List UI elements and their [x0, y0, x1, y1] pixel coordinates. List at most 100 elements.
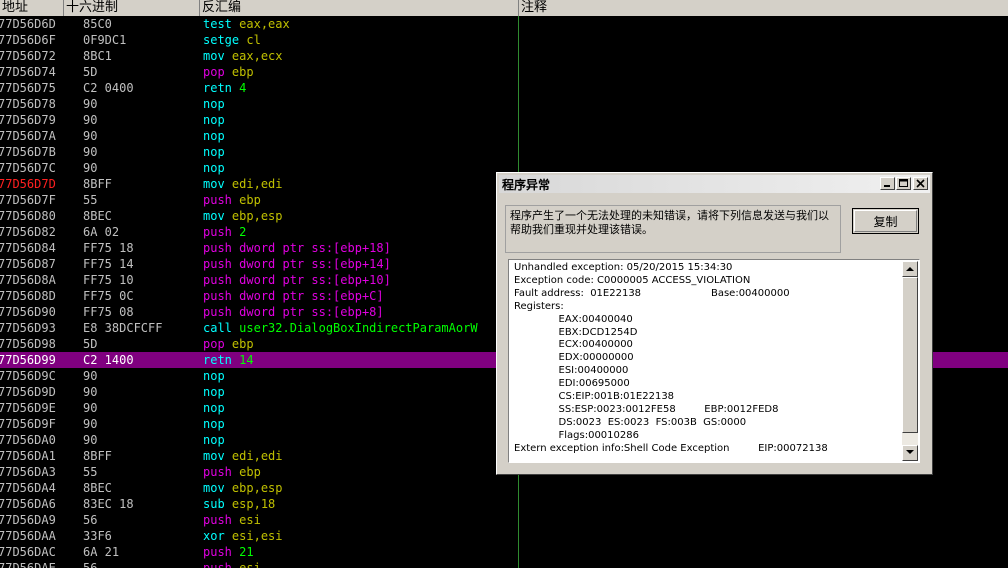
- operand: esp,18: [231, 497, 276, 511]
- address-cell: 77D56D7A: [0, 129, 56, 143]
- hex-cell: C2 1400: [83, 353, 134, 367]
- hex-cell: 5D: [83, 65, 98, 79]
- header-comment[interactable]: 注释: [519, 0, 1008, 16]
- mnemonic: nop: [203, 161, 225, 175]
- disasm-cell: push 2: [203, 224, 246, 240]
- mnemonic: nop: [203, 433, 225, 447]
- header-address[interactable]: 地址: [0, 0, 64, 16]
- info-line: Registers:: [514, 300, 564, 312]
- disasm-row[interactable]: 77D56DA6 83EC 18 sub esp,18: [0, 496, 1008, 512]
- operand: ebp: [231, 337, 254, 351]
- mnemonic: push: [203, 225, 232, 239]
- hex-cell: E8 38DCFCFF: [83, 321, 163, 335]
- info-line: Extern exception info:Shell Code Excepti…: [514, 442, 828, 454]
- operand: esi: [239, 561, 261, 568]
- address-cell: 77D56DAA: [0, 529, 56, 543]
- disasm-cell: pop ebp: [203, 336, 254, 352]
- operand: eax,ecx: [231, 49, 283, 63]
- address-cell: 77D56D7D: [0, 177, 56, 191]
- mnemonic: test: [203, 17, 232, 31]
- disasm-cell: call user32.DialogBoxIndirectParamAorW: [203, 320, 478, 336]
- scroll-up-button[interactable]: [902, 261, 918, 277]
- operand: user32.DialogBoxIndirectParamAorW: [239, 321, 478, 335]
- mnemonic: push: [203, 513, 232, 527]
- mnemonic: retn: [203, 353, 232, 367]
- close-button[interactable]: [913, 177, 928, 190]
- disasm-cell: push 21: [203, 544, 254, 560]
- address-cell: 77D56D8D: [0, 289, 56, 303]
- mnemonic: call: [203, 321, 232, 335]
- disasm-row[interactable]: 77D56D78 90 nop: [0, 96, 1008, 112]
- dialog-titlebar[interactable]: 程序异常: [499, 175, 930, 193]
- disasm-row[interactable]: 77D56DA4 8BEC mov ebp,esp: [0, 480, 1008, 496]
- address-cell: 77D56D99: [0, 353, 56, 367]
- hex-cell: 6A 21: [83, 545, 120, 559]
- copy-button[interactable]: 复制: [852, 208, 919, 234]
- address-cell: 77D56DAE: [0, 561, 56, 568]
- vertical-scrollbar[interactable]: [902, 261, 918, 461]
- mnemonic: push: [203, 465, 232, 479]
- error-message: 程序产生了一个无法处理的未知错误，请将下列信息发送与我们以帮助我们重现并处理该错…: [510, 209, 829, 236]
- address-cell: 77D56D9C: [0, 369, 56, 383]
- disasm-row[interactable]: 77D56DAC 6A 21 push 21: [0, 544, 1008, 560]
- hex-cell: 90: [83, 113, 98, 127]
- operand: 4: [239, 81, 247, 95]
- disasm-cell: push dword ptr ss:[ebp+14]: [203, 256, 391, 272]
- header-disasm[interactable]: 反汇编: [200, 0, 519, 16]
- hex-cell: 55: [83, 465, 98, 479]
- mnemonic: setge: [203, 33, 240, 47]
- address-cell: 77D56D9D: [0, 385, 56, 399]
- operand: 21: [239, 545, 254, 559]
- mnemonic: nop: [203, 401, 225, 415]
- disasm-row[interactable]: 77D56D6F 0F9DC1 setge cl: [0, 32, 1008, 48]
- disasm-row[interactable]: 77D56D7B 90 nop: [0, 144, 1008, 160]
- scrollbar-thumb[interactable]: [902, 277, 918, 433]
- hex-cell: 90: [83, 369, 98, 383]
- info-line: EDX:00000000: [514, 352, 634, 364]
- minimize-button[interactable]: [880, 177, 895, 190]
- exception-info-textbox[interactable]: Unhandled exception: 05/20/2015 15:34:30…: [508, 259, 920, 463]
- disasm-cell: mov edi,edi: [203, 448, 283, 464]
- scroll-down-button[interactable]: [902, 445, 918, 461]
- hex-cell: 5D: [83, 337, 98, 351]
- address-cell: 77D56D90: [0, 305, 56, 319]
- operand: esi: [239, 513, 261, 527]
- message-box: 程序产生了一个无法处理的未知错误，请将下列信息发送与我们以帮助我们重现并处理该错…: [505, 205, 841, 253]
- maximize-button[interactable]: [896, 177, 911, 190]
- disasm-row[interactable]: 77D56D74 5D pop ebp: [0, 64, 1008, 80]
- disasm-row[interactable]: 77D56D72 8BC1 mov eax,ecx: [0, 48, 1008, 64]
- operand: ebp: [239, 465, 261, 479]
- info-line: EDI:00695000: [514, 378, 630, 390]
- address-cell: 77D56D9E: [0, 401, 56, 415]
- disasm-row[interactable]: 77D56D75 C2 0400 retn 4: [0, 80, 1008, 96]
- mnemonic: push: [203, 257, 232, 271]
- header-hex[interactable]: 十六进制: [64, 0, 200, 16]
- disasm-row[interactable]: 77D56DAE 56 push esi: [0, 560, 1008, 568]
- disasm-cell: nop: [203, 96, 225, 112]
- hex-cell: 8BEC: [83, 481, 112, 495]
- disasm-cell: push dword ptr ss:[ebp+10]: [203, 272, 391, 288]
- operand: edi,edi: [231, 177, 283, 191]
- disasm-row[interactable]: 77D56DAA 33F6 xor esi,esi: [0, 528, 1008, 544]
- disasm-row[interactable]: 77D56D6D 85C0 test eax,eax: [0, 16, 1008, 32]
- disasm-row[interactable]: 77D56DA9 56 push esi: [0, 512, 1008, 528]
- address-cell: 77D56DA1: [0, 449, 56, 463]
- hex-cell: C2 0400: [83, 81, 134, 95]
- disasm-cell: push esi: [203, 560, 261, 568]
- disasm-row[interactable]: 77D56D7A 90 nop: [0, 128, 1008, 144]
- disasm-cell: nop: [203, 160, 225, 176]
- address-cell: 77D56D87: [0, 257, 56, 271]
- mnemonic: pop: [203, 65, 225, 79]
- mnemonic: sub: [203, 497, 225, 511]
- info-line: Flags:00010286: [514, 429, 640, 441]
- address-cell: 77D56DAC: [0, 545, 56, 559]
- mnemonic: mov: [203, 481, 225, 495]
- hex-cell: 90: [83, 385, 98, 399]
- disasm-cell: nop: [203, 368, 225, 384]
- operand: ebp: [231, 65, 254, 79]
- info-line: Exception code: C0000005 ACCESS_VIOLATIO…: [514, 274, 751, 286]
- address-cell: 77D56D74: [0, 65, 56, 79]
- disasm-row[interactable]: 77D56D79 90 nop: [0, 112, 1008, 128]
- hex-cell: 90: [83, 97, 98, 111]
- operand: 2: [239, 225, 247, 239]
